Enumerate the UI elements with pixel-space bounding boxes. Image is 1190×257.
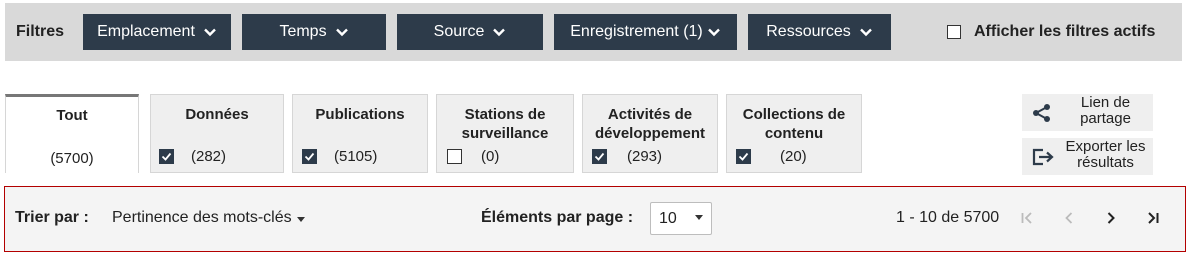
tab-title: Collections de contenu [742, 106, 846, 142]
tab-checkbox-unchecked[interactable] [447, 149, 462, 164]
sort-label: Trier par : [15, 209, 89, 226]
tab-count-value: (5700) [50, 150, 94, 167]
chevron-right-icon [1107, 212, 1115, 224]
tab-count-value: (282) [191, 148, 227, 165]
tab-tout[interactable]: Tout (5700) [5, 94, 139, 173]
share-link-label: Lien de partage [1080, 94, 1131, 127]
chevron-down-icon [204, 28, 216, 37]
tab-count-value: (0) [481, 148, 500, 165]
tab-publications[interactable]: Publications (5105) [292, 94, 428, 173]
sort-pagination-bar: Trier par : Pertinence des mots-clés Élé… [4, 186, 1186, 252]
tab-collections-de-contenu[interactable]: Collections de contenu (20) [726, 94, 862, 173]
export-results-button[interactable]: Exporter les résultats [1022, 138, 1153, 175]
show-active-filters-label: Afficher les filtres actifs [974, 23, 1156, 40]
tab-count: (20) [736, 148, 807, 165]
caret-down-icon [695, 215, 703, 220]
filter-source-button[interactable]: Source [397, 14, 543, 50]
tab-checkbox-checked[interactable] [592, 149, 607, 164]
tab-count: (5700) [6, 150, 138, 167]
chevron-down-icon [335, 28, 348, 37]
checkmark-icon [304, 152, 315, 161]
tab-count-value: (5105) [334, 148, 378, 165]
tab-title: Publications [315, 106, 405, 123]
tab-count: (0) [447, 148, 499, 165]
chevron-down-icon [859, 28, 872, 37]
filter-bar: Filtres Emplacement Temps Source Enregis… [5, 3, 1182, 61]
checkmark-icon [738, 152, 749, 161]
results-range: 1 - 10 de 5700 [896, 209, 1000, 226]
per-page-select[interactable]: 10 [650, 202, 712, 235]
tab-checkbox-checked[interactable] [159, 149, 174, 164]
tab-activites-de-developpement[interactable]: Activités de développement (293) [582, 94, 718, 173]
filters-label: Filtres [16, 23, 65, 40]
tab-title: Tout [56, 107, 88, 124]
first-page-button[interactable] [1017, 207, 1037, 229]
tab-title: Activités de développement [594, 106, 706, 142]
sort-select[interactable]: Pertinence des mots-clés [112, 209, 305, 227]
share-link-button[interactable]: Lien de partage [1022, 94, 1153, 131]
filter-button-label: Emplacement [97, 23, 195, 40]
per-page-label: Éléments par page : [481, 209, 634, 226]
filter-button-label: Ressources [766, 23, 851, 40]
filter-enregistrement-button[interactable]: Enregistrement (1) [554, 14, 737, 50]
export-results-label: Exporter les résultats [1065, 138, 1146, 171]
per-page-value: 10 [659, 210, 677, 227]
sort-value: Pertinence des mots-clés [112, 209, 292, 226]
show-active-filters-checkbox[interactable] [947, 25, 961, 39]
filter-temps-button[interactable]: Temps [242, 14, 386, 50]
filter-button-label: Temps [279, 23, 327, 40]
chevron-left-icon [1065, 212, 1073, 224]
tab-stations-de-surveillance[interactable]: Stations de surveillance (0) [436, 94, 574, 173]
filter-button-label: Source [433, 23, 485, 40]
previous-page-button[interactable] [1059, 207, 1079, 229]
chevron-down-icon [707, 28, 720, 37]
tab-count-value: (20) [780, 148, 807, 165]
show-active-filters-toggle[interactable]: Afficher les filtres actifs [947, 23, 1155, 41]
next-page-button[interactable] [1101, 207, 1121, 229]
last-page-button[interactable] [1143, 207, 1163, 229]
chevron-down-icon [493, 28, 506, 37]
tab-checkbox-checked[interactable] [736, 149, 751, 164]
first-page-icon [1021, 212, 1032, 224]
checkmark-icon [594, 152, 605, 161]
filter-button-label: Enregistrement (1) [570, 23, 703, 40]
tab-title: Stations de surveillance [461, 106, 549, 142]
share-icon [1033, 104, 1050, 122]
tab-count: (282) [159, 148, 226, 165]
tab-count: (5105) [302, 148, 377, 165]
filter-emplacement-button[interactable]: Emplacement [83, 14, 231, 50]
caret-down-icon [296, 216, 305, 222]
filter-ressources-button[interactable]: Ressources [748, 14, 891, 50]
tab-checkbox-checked[interactable] [302, 149, 317, 164]
tab-donnees[interactable]: Données (282) [150, 94, 284, 173]
tab-count: (293) [592, 148, 662, 165]
last-page-icon [1148, 212, 1159, 224]
checkmark-icon [161, 152, 172, 161]
tab-title: Données [185, 106, 249, 123]
export-icon [1032, 148, 1054, 166]
tab-count-value: (293) [627, 148, 663, 165]
